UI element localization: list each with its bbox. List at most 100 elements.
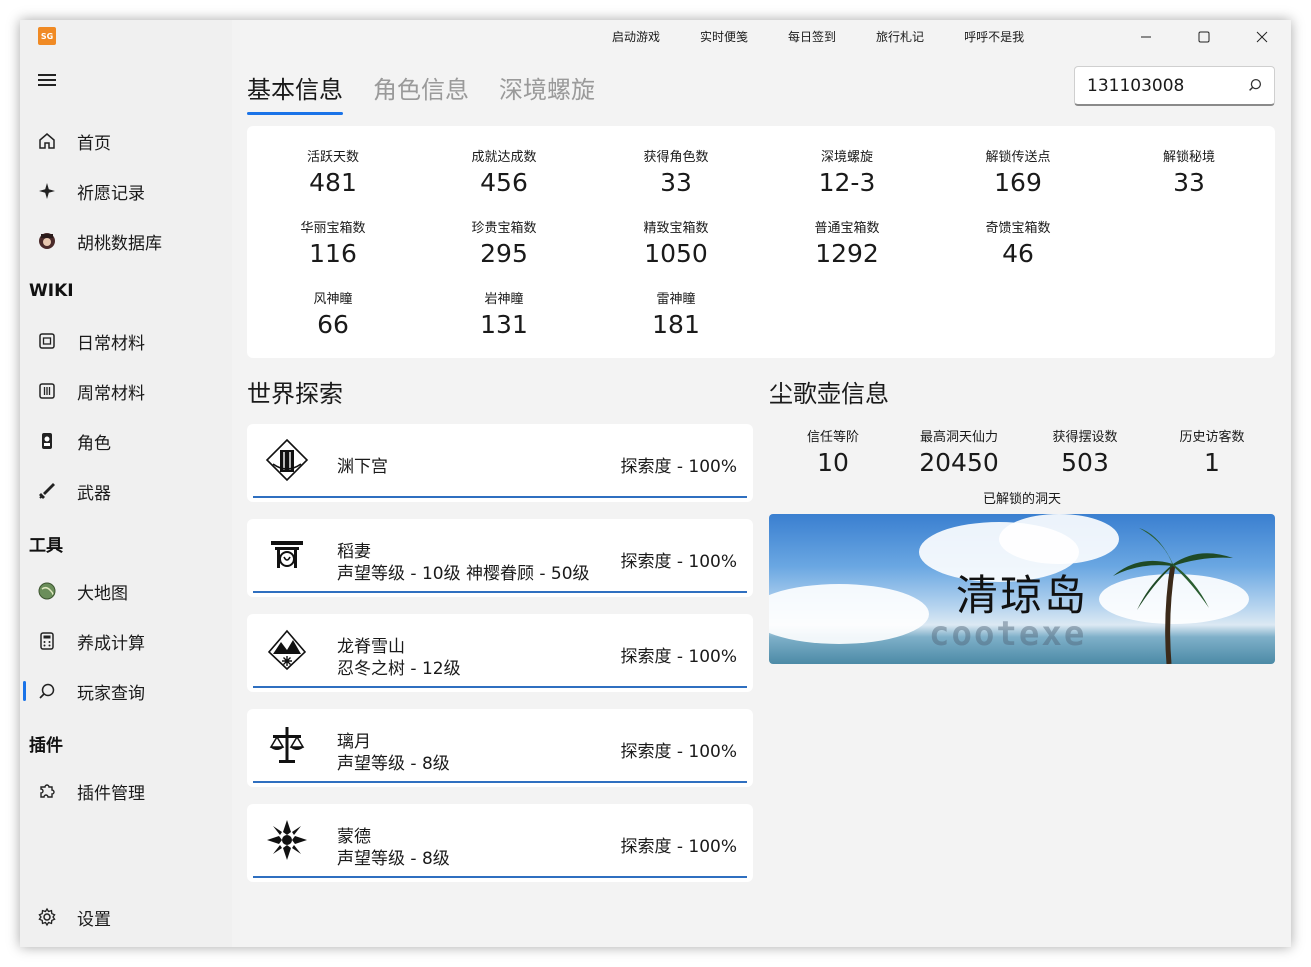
stat-label: 历史访客数 [1179,430,1245,445]
sidebar-item-calculator[interactable]: 养成计算 [26,621,226,661]
stat-label: 华丽宝箱数 [300,221,366,236]
sidebar-item-label: 插件管理 [77,783,145,804]
serenitea-pot-title: 尘歌壶信息 [769,380,889,408]
tab-character-info[interactable]: 角色信息 [373,70,469,115]
region-subtitle: 声望等级 - 10级 神樱眷顾 - 50级 [337,564,590,584]
basic-stats-card: 活跃天数 481 成就达成数 456 获得角色数 33 深境螺旋 12-3 解锁传送点 1… [247,126,1275,358]
stat-label: 成就达成数 [471,150,537,165]
search-icon [36,680,58,702]
app-window: SG 首页 祈愿记录 胡桃数据库 WIKI 日常材料 周常材料 角色 武器 工具… [20,20,1291,947]
sidebar: SG 首页 祈愿记录 胡桃数据库 WIKI 日常材料 周常材料 角色 武器 工具… [20,20,232,947]
region-card-inazuma[interactable]: 稻妻 声望等级 - 10级 神樱眷顾 - 50级 探索度 - 100% [247,519,753,597]
sidebar-item-label: 玩家查询 [77,683,145,704]
region-card-dragonspine[interactable]: 龙脊雪山 忍冬之树 - 12级 探索度 - 100% [247,614,753,692]
close-button[interactable] [1233,20,1291,54]
sidebar-item-label: 周常材料 [77,383,145,404]
sparkle-icon [36,180,58,202]
region-exploration: 探索度 - 100% [620,457,737,477]
home-icon [36,130,58,152]
hamburger-menu-button[interactable] [34,67,60,93]
stat-label: 珍贵宝箱数 [471,221,537,236]
sidebar-item-map[interactable]: 大地图 [26,571,226,611]
stat-active-days: 活跃天数 481 [247,146,419,197]
map-globe-icon [36,580,58,602]
sidebar-item-plugin-manager[interactable]: 插件管理 [26,771,226,811]
region-name: 渊下宫 [337,457,388,477]
stat-electroculus: 雷神瞳 181 [590,288,762,339]
menu-account[interactable]: 呼呼不是我 [964,28,1024,45]
hamburger-icon-line [38,79,56,81]
stat-value: 295 [480,239,528,268]
stat-value: 131 [480,310,528,339]
hutao-avatar-icon [36,230,58,252]
stat-value: 503 [1061,448,1109,477]
sidebar-item-characters[interactable]: 角色 [26,421,226,461]
stat-label: 获得角色数 [643,150,709,165]
realm-card[interactable]: 清琼岛 cootexe [769,514,1275,664]
menu-realtime-notes[interactable]: 实时便笺 [700,28,748,45]
sidebar-item-label: 胡桃数据库 [77,233,162,254]
watermark-text: cootexe [929,614,1087,654]
sword-icon [36,480,58,502]
menu-travel-notes[interactable]: 旅行札记 [876,28,924,45]
sidebar-item-label: 大地图 [77,583,128,604]
home-stat-trust-rank: 信任等阶 10 [769,426,897,477]
puzzle-piece-icon [36,780,58,802]
uid-search-box [1074,66,1275,106]
region-card-mondstadt[interactable]: 蒙德 声望等级 - 8级 探索度 - 100% [247,804,753,882]
minimize-icon [1141,36,1151,38]
region-card-enkanomiya[interactable]: 渊下宫 探索度 - 100% [247,424,753,502]
sidebar-item-label: 角色 [77,433,111,454]
stat-label: 解锁传送点 [985,150,1051,165]
sidebar-item-player-query[interactable]: 玩家查询 [23,671,226,711]
stat-value: 1050 [644,239,708,268]
stat-value: 46 [1002,239,1034,268]
stat-achievements: 成就达成数 456 [418,146,590,197]
home-stat-furnishings: 获得摆设数 503 [1021,426,1149,477]
stat-value: 1 [1204,448,1220,477]
uid-search-input[interactable] [1075,75,1235,96]
stat-value: 12-3 [818,168,876,197]
maximize-button[interactable] [1175,20,1233,54]
sidebar-item-weekly-materials[interactable]: 周常材料 [26,371,226,411]
search-icon[interactable] [1246,76,1264,98]
stat-label: 解锁秘境 [1162,150,1215,165]
sidebar-item-settings[interactable]: 设置 [26,897,226,937]
stat-remarkable-chests: 奇馈宝箱数 46 [932,217,1104,268]
sidebar-item-wish-history[interactable]: 祈愿记录 [26,171,226,211]
section-title-tools: 工具 [29,536,63,556]
tab-spiral-abyss[interactable]: 深境螺旋 [499,70,595,115]
close-icon [1256,31,1268,43]
sidebar-item-hutao-db[interactable]: 胡桃数据库 [26,221,226,261]
stat-label: 普通宝箱数 [814,221,880,236]
home-stat-adeptal-energy: 最高洞天仙力 20450 [895,426,1023,477]
stat-label: 精致宝箱数 [643,221,709,236]
stat-label: 最高洞天仙力 [919,430,998,445]
stat-value: 481 [309,168,357,197]
sidebar-item-label: 首页 [77,133,111,154]
sidebar-item-daily-materials[interactable]: 日常材料 [26,321,226,361]
sidebar-item-weapons[interactable]: 武器 [26,471,226,511]
stat-value: 20450 [919,448,999,477]
stat-value: 1292 [815,239,879,268]
sidebar-item-label: 祈愿记录 [77,183,145,204]
stat-anemoculus: 风神瞳 66 [247,288,419,339]
stat-label: 雷神瞳 [656,292,696,307]
region-subtitle: 声望等级 - 8级 [337,754,450,774]
section-title-plugins: 插件 [29,736,63,756]
enkanomiya-emblem-icon [265,438,309,482]
menu-daily-checkin[interactable]: 每日签到 [788,28,836,45]
calculator-icon [36,630,58,652]
menu-launch-game[interactable]: 启动游戏 [612,28,660,45]
minimize-button[interactable] [1117,20,1175,54]
region-card-liyue[interactable]: 璃月 声望等级 - 8级 探索度 - 100% [247,709,753,787]
home-stat-visitors: 历史访客数 1 [1148,426,1276,477]
tab-basic-info[interactable]: 基本信息 [247,70,343,115]
sidebar-item-home[interactable]: 首页 [26,121,226,161]
region-subtitle: 声望等级 - 8级 [337,849,450,869]
stat-luxurious-chests: 华丽宝箱数 116 [247,217,419,268]
tab-bar: 基本信息 角色信息 深境螺旋 [247,70,625,115]
calendar-week-icon [36,380,58,402]
stat-waypoints: 解锁传送点 169 [932,146,1104,197]
stat-value: 10 [817,448,849,477]
